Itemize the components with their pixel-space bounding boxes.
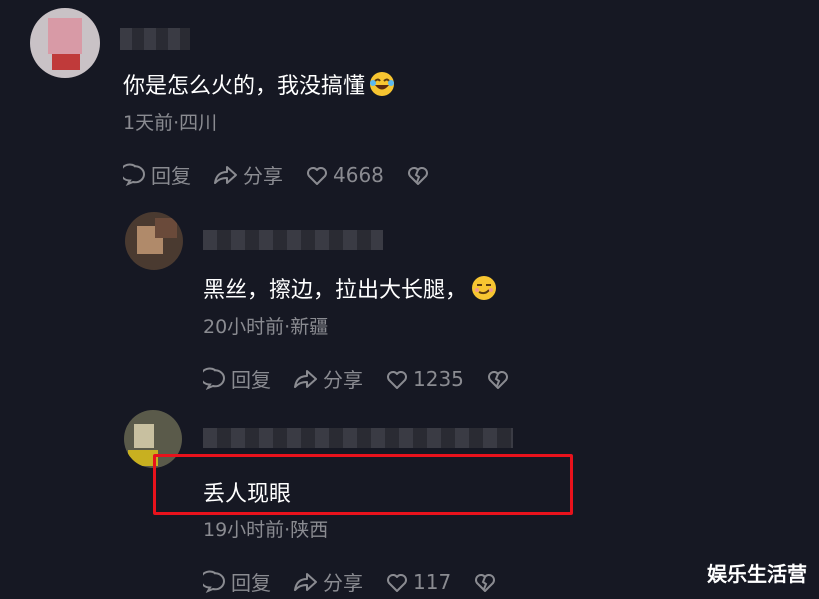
avatar[interactable] [125, 212, 183, 270]
comment-text: 你是怎么火的，我没搞懂 [123, 68, 395, 103]
like-button[interactable]: 4668 [305, 163, 384, 187]
share-label: 分享 [323, 368, 363, 392]
comment-text: 黑丝，擦边，拉出大长腿， [203, 272, 497, 307]
comment-meta: 19小时前·陕西 [203, 519, 329, 541]
like-button[interactable]: 1235 [385, 367, 464, 391]
broken-heart-icon [487, 370, 508, 389]
comment-bubble-icon [203, 570, 225, 593]
reply-label: 回复 [231, 368, 271, 392]
dislike-button[interactable] [406, 164, 434, 186]
comment-actions: 回复 分享 117 [203, 567, 523, 596]
like-button[interactable]: 117 [385, 570, 451, 594]
smirk-emoji-icon [471, 275, 497, 307]
comment-text-content: 黑丝，擦边，拉出大长腿， [203, 278, 468, 303]
broken-heart-icon [475, 573, 496, 592]
share-button[interactable]: 分享 [213, 160, 283, 189]
share-label: 分享 [243, 164, 283, 188]
avatar[interactable] [30, 8, 100, 78]
share-button[interactable]: 分享 [293, 567, 363, 596]
comment-meta: 20小时前·新疆 [203, 316, 329, 338]
broken-heart-icon [407, 166, 428, 185]
comment-text-content: 你是怎么火的，我没搞懂 [123, 74, 366, 99]
share-arrow-icon [294, 572, 317, 591]
comment-actions: 回复 分享 4668 [123, 160, 456, 189]
laughing-emoji-icon [369, 71, 395, 103]
share-arrow-icon [214, 165, 237, 184]
dislike-button[interactable] [486, 368, 514, 390]
heart-icon [387, 370, 407, 389]
reply-label: 回复 [151, 164, 191, 188]
username-redacted[interactable] [120, 28, 190, 50]
comment-text: 丢人现眼 [203, 476, 291, 508]
avatar-blur-block [48, 18, 82, 54]
dislike-button[interactable] [473, 571, 501, 593]
heart-icon [387, 573, 407, 592]
heart-icon [307, 166, 327, 185]
like-count: 117 [413, 569, 452, 594]
avatar-blur-block [155, 218, 177, 238]
share-label: 分享 [323, 571, 363, 595]
comment-bubble-icon [123, 163, 145, 186]
like-count: 1235 [413, 366, 464, 391]
comment-meta: 1天前·四川 [123, 112, 218, 134]
username-redacted[interactable] [203, 428, 513, 448]
comment-bubble-icon [203, 367, 225, 390]
comment-text-content: 丢人现眼 [203, 482, 292, 507]
reply-label: 回复 [231, 571, 271, 595]
watermark: 娱乐生活营 [707, 562, 807, 586]
username-redacted[interactable] [203, 230, 383, 250]
share-arrow-icon [294, 369, 317, 388]
avatar-blur-block [52, 54, 80, 70]
like-count: 4668 [333, 162, 384, 187]
avatar-blur-block [134, 424, 154, 448]
comment-actions: 回复 分享 1235 [203, 364, 536, 393]
reply-button[interactable]: 回复 [203, 567, 271, 596]
reply-button[interactable]: 回复 [123, 160, 191, 189]
share-button[interactable]: 分享 [293, 364, 363, 393]
reply-button[interactable]: 回复 [203, 364, 271, 393]
